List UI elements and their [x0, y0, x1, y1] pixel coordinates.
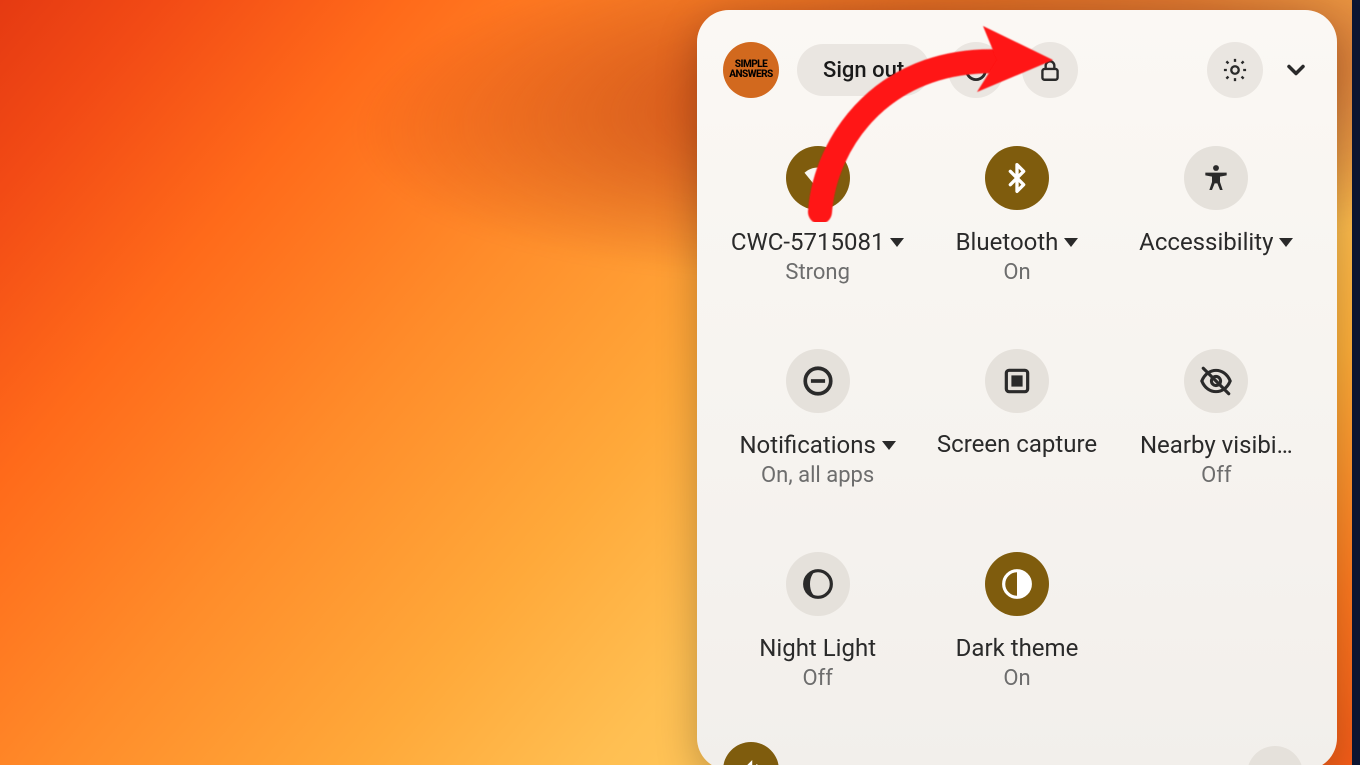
tile-sublabel: On, all apps: [761, 463, 874, 488]
do-not-disturb-icon: [786, 349, 850, 413]
tile-label: Bluetooth: [956, 228, 1059, 256]
tile-label: Screen capture: [937, 431, 1097, 459]
caret-down-icon: [1064, 238, 1078, 247]
avatar-label: SIMPLE ANSWERS: [723, 60, 779, 81]
sign-out-label: Sign out: [823, 58, 904, 83]
volume-row: [723, 730, 1311, 765]
tile-sublabel: Strong: [785, 260, 850, 285]
tile-label: CWC-5715081: [731, 228, 885, 256]
settings-button[interactable]: [1207, 42, 1263, 98]
bluetooth-icon: [985, 146, 1049, 210]
tile-dark-theme[interactable]: Dark theme On: [922, 552, 1111, 691]
tile-label: Nearby visibi…: [1140, 431, 1293, 459]
tile-label: Dark theme: [956, 634, 1079, 662]
tile-notifications[interactable]: Notifications On, all apps: [723, 349, 912, 488]
tile-nearby-visibility[interactable]: Nearby visibi… Off: [1122, 349, 1311, 488]
tile-label: Accessibility: [1139, 228, 1273, 256]
tile-accessibility[interactable]: Accessibility: [1122, 146, 1311, 285]
tile-wifi[interactable]: CWC-5715081 Strong: [723, 146, 912, 285]
caret-down-icon: [882, 441, 896, 450]
tile-sublabel: Off: [1201, 463, 1231, 488]
screen-right-border: [1352, 0, 1360, 765]
quick-settings-panel: SIMPLE ANSWERS Sign out: [697, 10, 1337, 765]
power-icon: [962, 56, 990, 84]
screen-capture-icon: [985, 349, 1049, 413]
lock-button[interactable]: [1022, 42, 1078, 98]
lock-icon: [1037, 57, 1063, 83]
chevron-down-icon: [1282, 56, 1310, 84]
tile-screen-capture[interactable]: Screen capture: [922, 349, 1111, 488]
caret-down-icon: [890, 238, 904, 247]
tile-label: Notifications: [739, 431, 875, 459]
visibility-off-icon: [1184, 349, 1248, 413]
caret-down-icon: [1279, 238, 1293, 247]
tile-bluetooth[interactable]: Bluetooth On: [922, 146, 1111, 285]
collapse-button[interactable]: [1281, 55, 1311, 85]
night-light-icon: [786, 552, 850, 616]
dark-theme-icon: [985, 552, 1049, 616]
profile-avatar[interactable]: SIMPLE ANSWERS: [723, 42, 779, 98]
accessibility-icon: [1184, 146, 1248, 210]
tile-sublabel: On: [1003, 260, 1030, 285]
tile-sublabel: Off: [802, 666, 832, 691]
sign-out-button[interactable]: Sign out: [797, 44, 930, 96]
tile-label: Night Light: [759, 634, 876, 662]
wifi-icon: [786, 146, 850, 210]
power-button[interactable]: [948, 42, 1004, 98]
panel-header: SIMPLE ANSWERS Sign out: [723, 38, 1311, 102]
quick-tiles-grid: CWC-5715081 Strong Bluetooth On: [723, 146, 1311, 691]
slider-knob[interactable]: [1247, 746, 1303, 765]
tile-sublabel: On: [1003, 666, 1030, 691]
gear-icon: [1221, 56, 1249, 84]
tile-night-light[interactable]: Night Light Off: [723, 552, 912, 691]
volume-icon[interactable]: [723, 742, 779, 765]
